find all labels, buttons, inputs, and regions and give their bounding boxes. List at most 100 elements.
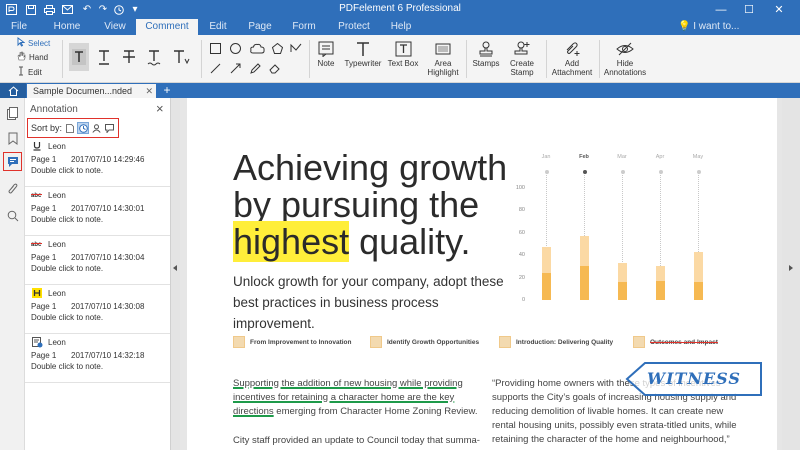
create-stamp-icon <box>504 39 540 59</box>
hide-annotations-label-line1: Hide <box>616 59 634 68</box>
annotation-item[interactable]: Leon Page 1 2017/07/10 14:32:18 Double c… <box>25 334 170 383</box>
annotation-page: Page 1 <box>31 351 57 360</box>
squiggly-text-tool[interactable] <box>144 43 164 71</box>
hide-annotations-button[interactable]: Hide Annotations <box>603 39 647 77</box>
column-marker-dot <box>620 170 625 174</box>
search-help-label: I want to... <box>693 21 740 32</box>
document-tab[interactable]: Sample Documen...nded ✕ <box>27 84 156 98</box>
tab-help[interactable]: Help <box>383 19 419 35</box>
highlight-text-tool[interactable] <box>69 43 89 71</box>
rectangle-tool[interactable] <box>208 41 222 55</box>
minimize-icon[interactable]: — <box>708 0 734 19</box>
feature-icon <box>370 336 382 348</box>
close-icon[interactable]: ✕ <box>766 0 792 19</box>
highlight-annotation-icon <box>31 288 43 298</box>
thumbnails-icon[interactable] <box>3 104 22 123</box>
lightbulb-icon: 💡 <box>678 21 691 32</box>
eye-off-icon <box>603 39 647 59</box>
hand-mode-button[interactable]: Hand <box>17 51 49 64</box>
tab-home[interactable]: Home <box>48 19 86 35</box>
tab-comment[interactable]: Comment <box>136 19 198 35</box>
area-highlight-label-line1: Area <box>434 59 452 68</box>
typewriter-icon <box>342 39 384 59</box>
y-tick-label: 40 <box>518 252 525 259</box>
ribbon-divider <box>546 40 547 78</box>
sort-by-time-icon[interactable] <box>77 122 90 134</box>
eraser-tool[interactable] <box>268 61 282 75</box>
typewriter-button[interactable]: Typewriter <box>342 39 384 68</box>
oval-tool[interactable] <box>228 41 242 55</box>
select-cursor-icon <box>17 37 26 51</box>
close-panel-icon[interactable]: × <box>156 101 164 116</box>
text-box-button[interactable]: Text Box <box>386 39 420 68</box>
expand-right-icon[interactable] <box>789 265 793 271</box>
replace-text-tool[interactable] <box>169 43 193 71</box>
panel-splitter[interactable] <box>171 98 180 450</box>
underline-text-tool[interactable] <box>94 43 114 71</box>
body-text: emerging from Character Home Zoning Revi… <box>273 406 478 417</box>
hide-annotations-label-line2: Annotations <box>603 68 647 77</box>
pencil-tool[interactable] <box>248 61 262 75</box>
annotation-item[interactable]: abc Leon Page 1 2017/07/10 14:30:04 Doub… <box>25 236 170 285</box>
annotation-item[interactable]: abc Leon Page 1 2017/07/10 14:30:01 Doub… <box>25 187 170 236</box>
tab-protect[interactable]: Protect <box>333 19 375 35</box>
comment-ribbon: Select Hand Edit Note Typewriter Text Bo… <box>0 35 800 83</box>
polyline-tool[interactable] <box>289 41 303 55</box>
document-tab-label: Sample Documen...nded <box>33 86 133 96</box>
x-tick-label: Jan <box>541 154 551 160</box>
body-column-left: Supporting the addition of new housing w… <box>233 377 483 419</box>
close-tab-icon[interactable]: ✕ <box>145 84 153 98</box>
search-icon[interactable] <box>3 206 22 225</box>
stamp-icon <box>470 39 502 59</box>
sort-by-type-icon[interactable] <box>104 123 114 133</box>
search-help[interactable]: 💡 I want to... <box>678 19 739 35</box>
tab-edit[interactable]: Edit <box>198 19 238 35</box>
create-stamp-button[interactable]: Create Stamp <box>504 39 540 77</box>
witness-stamp[interactable]: WITNESS <box>625 360 765 398</box>
note-button[interactable]: Note <box>312 39 340 68</box>
bookmark-icon[interactable] <box>3 129 22 148</box>
stamps-button[interactable]: Stamps <box>470 39 502 68</box>
edit-mode-button[interactable]: Edit <box>17 66 42 79</box>
y-tick-label: 0 <box>521 297 525 303</box>
tab-page[interactable]: Page <box>240 19 280 35</box>
text-box-label: Text Box <box>387 59 419 68</box>
typewriter-label: Typewriter <box>344 59 382 68</box>
home-tab[interactable] <box>0 83 26 98</box>
tab-form[interactable]: Form <box>284 19 324 35</box>
area-highlight-button[interactable]: Area Highlight <box>424 39 462 77</box>
add-attachment-button[interactable]: Add Attachment <box>550 39 594 77</box>
highlighted-word[interactable]: highest <box>233 221 350 262</box>
select-mode-button[interactable]: Select <box>17 37 50 51</box>
feature-item: Introduction: Delivering Quality <box>499 336 613 348</box>
create-stamp-label-line2: Stamp <box>510 68 534 77</box>
new-tab-icon[interactable]: + <box>161 83 173 98</box>
polygon-tool[interactable] <box>270 41 284 55</box>
maximize-icon[interactable]: ☐ <box>736 0 762 19</box>
annotation-panel: Annotation × Sort by: Leon Page 1 2017/0… <box>25 98 171 450</box>
annotation-item[interactable]: Leon Page 1 2017/07/10 14:30:08 Double c… <box>25 285 170 334</box>
sort-by-author-icon[interactable] <box>91 123 101 133</box>
x-tick-label: May <box>692 154 704 160</box>
collapse-left-icon[interactable] <box>173 265 177 271</box>
strikethrough-text-tool[interactable] <box>119 43 139 71</box>
attachment-icon[interactable] <box>3 180 22 199</box>
cloud-tool[interactable] <box>248 41 266 55</box>
arrow-tool[interactable] <box>228 61 242 75</box>
panel-title: Annotation <box>30 104 78 115</box>
right-splitter[interactable] <box>782 98 800 450</box>
home-icon <box>8 85 18 96</box>
annotation-panel-icon[interactable] <box>3 152 22 171</box>
annotation-item[interactable]: Leon Page 1 2017/07/10 14:29:46 Double c… <box>25 138 170 187</box>
feature-item-struck[interactable]: Outcomes and Impact <box>633 336 718 348</box>
feature-icon <box>633 336 645 348</box>
body-paragraph: City staff provided an update to Council… <box>233 435 480 446</box>
create-stamp-label-line1: Create <box>509 59 534 68</box>
feature-label: Outcomes and Impact <box>650 338 718 346</box>
annotation-note: Double click to note. <box>31 166 104 175</box>
tab-file[interactable]: File <box>0 19 38 35</box>
hand-mode-label: Hand <box>29 53 49 62</box>
tab-view[interactable]: View <box>96 19 134 35</box>
sort-by-page-icon[interactable] <box>65 123 75 133</box>
line-tool[interactable] <box>208 61 222 75</box>
